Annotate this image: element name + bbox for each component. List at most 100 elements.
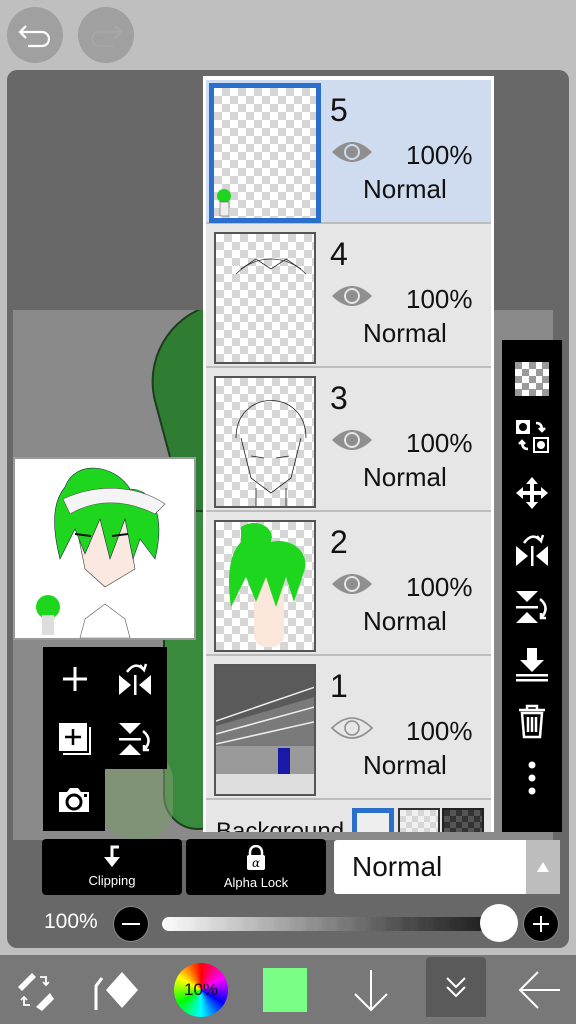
clipping-label: Clipping (88, 873, 136, 888)
layer-number: 5 (330, 92, 348, 128)
flip-horizontal-button[interactable] (105, 649, 165, 709)
merge-down-button[interactable] (510, 635, 554, 692)
background-row: Background (206, 800, 491, 832)
layer-row-4[interactable]: 4 100% Normal (206, 224, 491, 368)
more-icon (528, 761, 536, 794)
transparency-checker-icon (515, 361, 549, 396)
layer-actions-panel-extra (43, 769, 105, 831)
flip-horizontal-button[interactable] (510, 521, 554, 578)
move-button[interactable] (510, 464, 554, 521)
add-layer-icon (63, 667, 87, 691)
layer-number: 1 (330, 668, 348, 704)
layer-thumbnail (214, 376, 316, 508)
fill-bucket-icon (94, 971, 138, 1010)
blend-mode-value: Normal (352, 851, 443, 882)
background-label: Background (216, 818, 345, 832)
brush-eraser-toggle-button[interactable] (0, 955, 70, 1024)
layer-thumbnail (214, 232, 316, 364)
layer-actions-panel (43, 647, 167, 769)
layer-opacity: 100% (406, 716, 473, 746)
flip-vertical-button[interactable] (105, 709, 165, 769)
merge-down-icon (516, 647, 548, 681)
background-dark-option[interactable] (442, 808, 484, 832)
layer-row-3[interactable]: 3 100% Normal (206, 368, 491, 512)
move-down-button[interactable] (336, 955, 406, 1024)
minus-icon (122, 923, 140, 925)
visibility-eye-icon[interactable] (330, 138, 374, 166)
layer-row-5[interactable]: 5 100% Normal (206, 80, 491, 224)
background-transparent-option[interactable] (398, 808, 440, 832)
clipping-button[interactable]: Clipping (42, 839, 182, 895)
current-color-button[interactable] (250, 955, 320, 1024)
current-color-swatch (263, 967, 307, 1012)
back-button[interactable] (505, 955, 575, 1024)
opacity-increase-button[interactable] (523, 906, 559, 942)
brush-size-label: 10% (183, 979, 219, 999)
layer-opacity: 100% (406, 284, 473, 314)
color-wheel-icon: 10% (174, 962, 228, 1017)
camera-icon (59, 788, 89, 812)
layer-number: 3 (330, 380, 348, 416)
layer-row-1[interactable]: 1 100% Normal (206, 656, 491, 800)
layer-blend-mode: Normal (363, 462, 447, 492)
visibility-eye-icon[interactable] (330, 570, 374, 598)
opacity-slider-track[interactable] (162, 917, 512, 931)
layer-row-2[interactable]: 2 100% Normal (206, 512, 491, 656)
fill-tool-button[interactable] (82, 955, 152, 1024)
hidden-eye-icon[interactable] (330, 714, 374, 742)
flip-horizontal-icon (119, 663, 151, 695)
duplicate-layer-button[interactable] (45, 709, 105, 769)
brush-eraser-swap-icon (18, 972, 54, 1011)
layer-panel: 5 100% Normal 4 100% Normal 3 100% Norma… (203, 76, 494, 832)
opacity-decrease-button[interactable] (113, 906, 149, 942)
delete-layer-button[interactable] (510, 692, 554, 749)
visibility-eye-icon[interactable] (330, 282, 374, 310)
clipping-icon (104, 845, 120, 867)
add-layer-button[interactable] (45, 649, 105, 709)
undo-icon (18, 25, 51, 48)
alpha-lock-label: Alpha Lock (223, 875, 289, 890)
arrow-left-icon (518, 970, 560, 1009)
lock-icon: α (247, 845, 265, 870)
flip-vertical-button[interactable] (510, 578, 554, 635)
camera-button[interactable] (44, 770, 104, 830)
layer-thumbnail (214, 520, 316, 652)
preview-image (36, 467, 166, 638)
layer-opacity: 100% (406, 140, 473, 170)
opacity-slider-thumb[interactable] (480, 904, 518, 942)
flip-vertical-icon (119, 723, 150, 755)
layer-blend-mode: Normal (363, 174, 447, 204)
color-wheel-button[interactable]: 10% (166, 955, 236, 1024)
layer-thumbnail (209, 83, 321, 223)
layer-opacity: 100% (406, 428, 473, 458)
redo-icon (90, 25, 123, 48)
trash-icon (519, 704, 545, 738)
undo-button[interactable] (7, 7, 63, 63)
layer-opacity: 100% (406, 572, 473, 602)
dropdown-arrow-icon[interactable] (526, 840, 560, 894)
redo-button[interactable] (78, 7, 134, 63)
duplicate-layer-icon (59, 723, 91, 755)
move-icon (516, 476, 548, 509)
blend-mode-dropdown[interactable]: Normal (334, 840, 560, 894)
layer-blend-mode: Normal (363, 750, 447, 780)
arrow-down-icon (354, 969, 388, 1011)
plus-icon (533, 916, 549, 932)
visibility-eye-icon[interactable] (330, 426, 374, 454)
alpha-lock-button[interactable]: α Alpha Lock (186, 839, 326, 895)
layer-number: 4 (330, 236, 348, 272)
layer-thumbnail (214, 664, 316, 796)
background-white-option[interactable] (352, 808, 394, 832)
layer-number: 2 (330, 524, 348, 560)
flip-vertical-icon (516, 590, 547, 623)
collapse-layers-button[interactable] (426, 957, 486, 1017)
swap-layer-icon (516, 419, 549, 453)
transparency-button[interactable] (510, 350, 554, 407)
layer-tools-toolbar (502, 340, 562, 832)
opacity-value: 100% (44, 910, 98, 933)
bottom-toolbar: 10% (0, 955, 576, 1024)
double-chevron-down-icon (446, 977, 466, 998)
swap-layer-button[interactable] (510, 407, 554, 464)
more-button[interactable] (510, 749, 554, 806)
svg-text:α: α (252, 856, 260, 870)
